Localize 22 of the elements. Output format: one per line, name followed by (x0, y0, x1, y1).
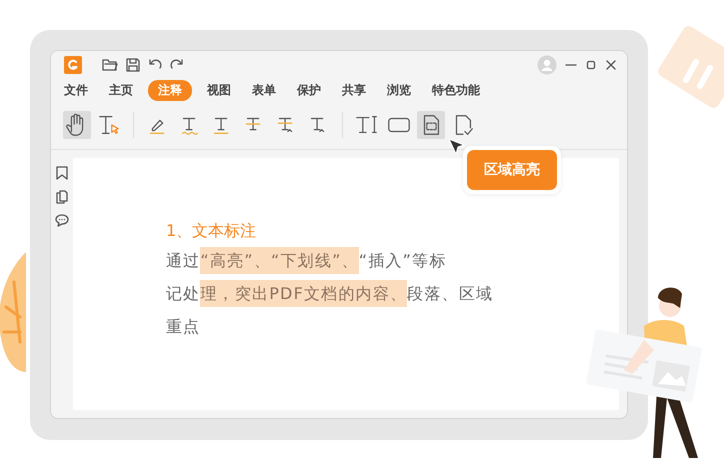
body-paragraph: 通过“高亮”、“下划线”、“插入”等标 记处理，突出PDF文档的内容、段落、区域 重点 (166, 244, 619, 343)
area-highlight-tooltip: 区域高亮 (467, 150, 557, 190)
save-icon[interactable] (126, 58, 140, 72)
area-highlight-tool-button[interactable] (417, 111, 445, 139)
close-icon[interactable] (605, 59, 617, 71)
maximize-icon[interactable] (585, 59, 597, 71)
menu-tab[interactable]: 表单 (246, 80, 282, 100)
menu-tab[interactable]: 浏览 (381, 80, 417, 100)
cursor-arrow-icon (448, 138, 466, 156)
comment-icon[interactable] (55, 214, 69, 227)
menu-tab[interactable]: 特色功能 (426, 80, 486, 100)
folder-icon[interactable] (102, 58, 118, 72)
pages-icon[interactable] (56, 190, 68, 204)
menu-tab[interactable]: 主页 (103, 80, 139, 100)
bookmark-icon[interactable] (56, 166, 68, 180)
menu-tab[interactable]: 文件 (58, 80, 94, 100)
app-logo-icon (64, 56, 82, 74)
section-heading: 1、文本标注 (166, 220, 256, 242)
menu-tab[interactable]: 保护 (291, 80, 327, 100)
menu-tab[interactable]: 视图 (201, 80, 237, 100)
menu-tab[interactable]: 共享 (336, 80, 372, 100)
hand-tool-button[interactable] (63, 111, 91, 139)
